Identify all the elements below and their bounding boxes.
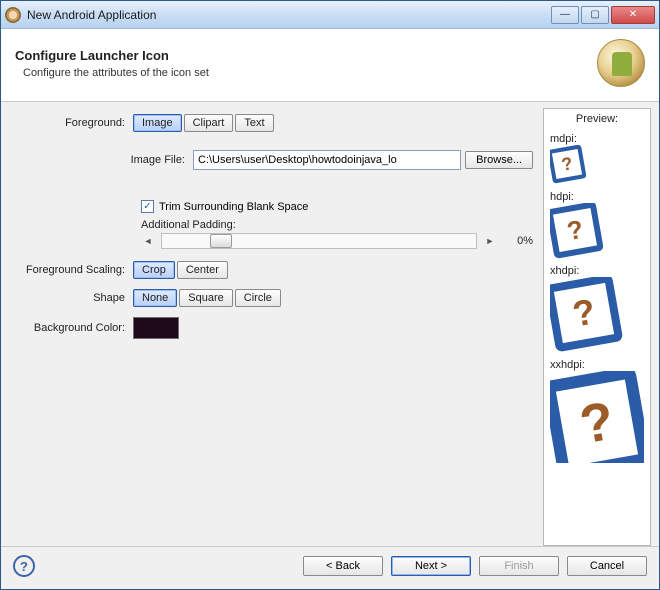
scaling-crop-button[interactable]: Crop — [133, 261, 175, 279]
foreground-image-button[interactable]: Image — [133, 114, 182, 132]
shape-square-button[interactable]: Square — [179, 289, 232, 307]
foreground-text-button[interactable]: Text — [235, 114, 273, 132]
shape-none-button[interactable]: None — [133, 289, 177, 307]
preview-hdpi-icon: ? — [550, 203, 604, 259]
android-banner-icon — [597, 39, 645, 87]
padding-increase-icon[interactable]: ► — [483, 236, 497, 246]
preview-panel: Preview: mdpi: ? hdpi: ? xhdpi: ? xxhdpi… — [543, 108, 651, 546]
bgcolor-swatch[interactable] — [133, 317, 179, 339]
scaling-toggle-group: Crop Center — [133, 261, 533, 279]
trim-checkbox-row[interactable]: ✓ Trim Surrounding Blank Space — [141, 200, 533, 213]
preview-mdpi-icon: ? — [550, 145, 587, 184]
dialog-footer: ? < Back Next > Finish Cancel — [1, 546, 659, 589]
close-button[interactable]: ✕ — [611, 6, 655, 24]
back-button[interactable]: < Back — [303, 556, 383, 576]
window-controls: — ▢ ✕ — [549, 6, 655, 24]
foreground-label: Foreground: — [13, 117, 133, 129]
preview-xxhdpi-label: xxhdpi: — [550, 359, 644, 371]
form-panel: Foreground: Image Clipart Text Image Fil… — [9, 108, 537, 546]
scaling-label: Foreground Scaling: — [13, 264, 133, 276]
app-icon — [5, 7, 21, 23]
shape-toggle-group: None Square Circle — [133, 289, 533, 307]
titlebar[interactable]: New Android Application — ▢ ✕ — [1, 1, 659, 29]
padding-slider-thumb[interactable] — [210, 234, 232, 248]
maximize-button[interactable]: ▢ — [581, 6, 609, 24]
bgcolor-label: Background Color: — [13, 322, 133, 334]
padding-decrease-icon[interactable]: ◄ — [141, 236, 155, 246]
dialog-header: Configure Launcher Icon Configure the at… — [1, 29, 659, 102]
dialog-window: New Android Application — ▢ ✕ Configure … — [0, 0, 660, 590]
trim-checkbox[interactable]: ✓ — [141, 200, 154, 213]
image-file-input[interactable] — [193, 150, 461, 170]
preview-hdpi-label: hdpi: — [550, 191, 644, 203]
shape-label: Shape — [13, 292, 133, 304]
next-button[interactable]: Next > — [391, 556, 471, 576]
help-button[interactable]: ? — [13, 555, 35, 577]
foreground-clipart-button[interactable]: Clipart — [184, 114, 234, 132]
page-title: Configure Launcher Icon — [15, 48, 587, 63]
finish-button: Finish — [479, 556, 559, 576]
browse-button[interactable]: Browse... — [465, 151, 533, 169]
trim-label: Trim Surrounding Blank Space — [159, 201, 308, 213]
scaling-center-button[interactable]: Center — [177, 261, 228, 279]
shape-circle-button[interactable]: Circle — [235, 289, 281, 307]
padding-label: Additional Padding: — [141, 219, 533, 231]
preview-xhdpi-icon: ? — [550, 277, 623, 352]
preview-mdpi-label: mdpi: — [550, 133, 644, 145]
padding-slider[interactable] — [161, 233, 477, 249]
foreground-toggle-group: Image Clipart Text — [133, 114, 533, 132]
cancel-button[interactable]: Cancel — [567, 556, 647, 576]
page-subtitle: Configure the attributes of the icon set — [15, 67, 587, 79]
preview-xxhdpi-icon: ? — [550, 371, 644, 463]
dialog-content: Foreground: Image Clipart Text Image Fil… — [1, 102, 659, 546]
image-file-label: Image File: — [13, 154, 193, 166]
window-title: New Android Application — [27, 8, 549, 22]
preview-xhdpi-label: xhdpi: — [550, 265, 644, 277]
preview-title: Preview: — [550, 113, 644, 125]
minimize-button[interactable]: — — [551, 6, 579, 24]
padding-value: 0% — [503, 235, 533, 247]
